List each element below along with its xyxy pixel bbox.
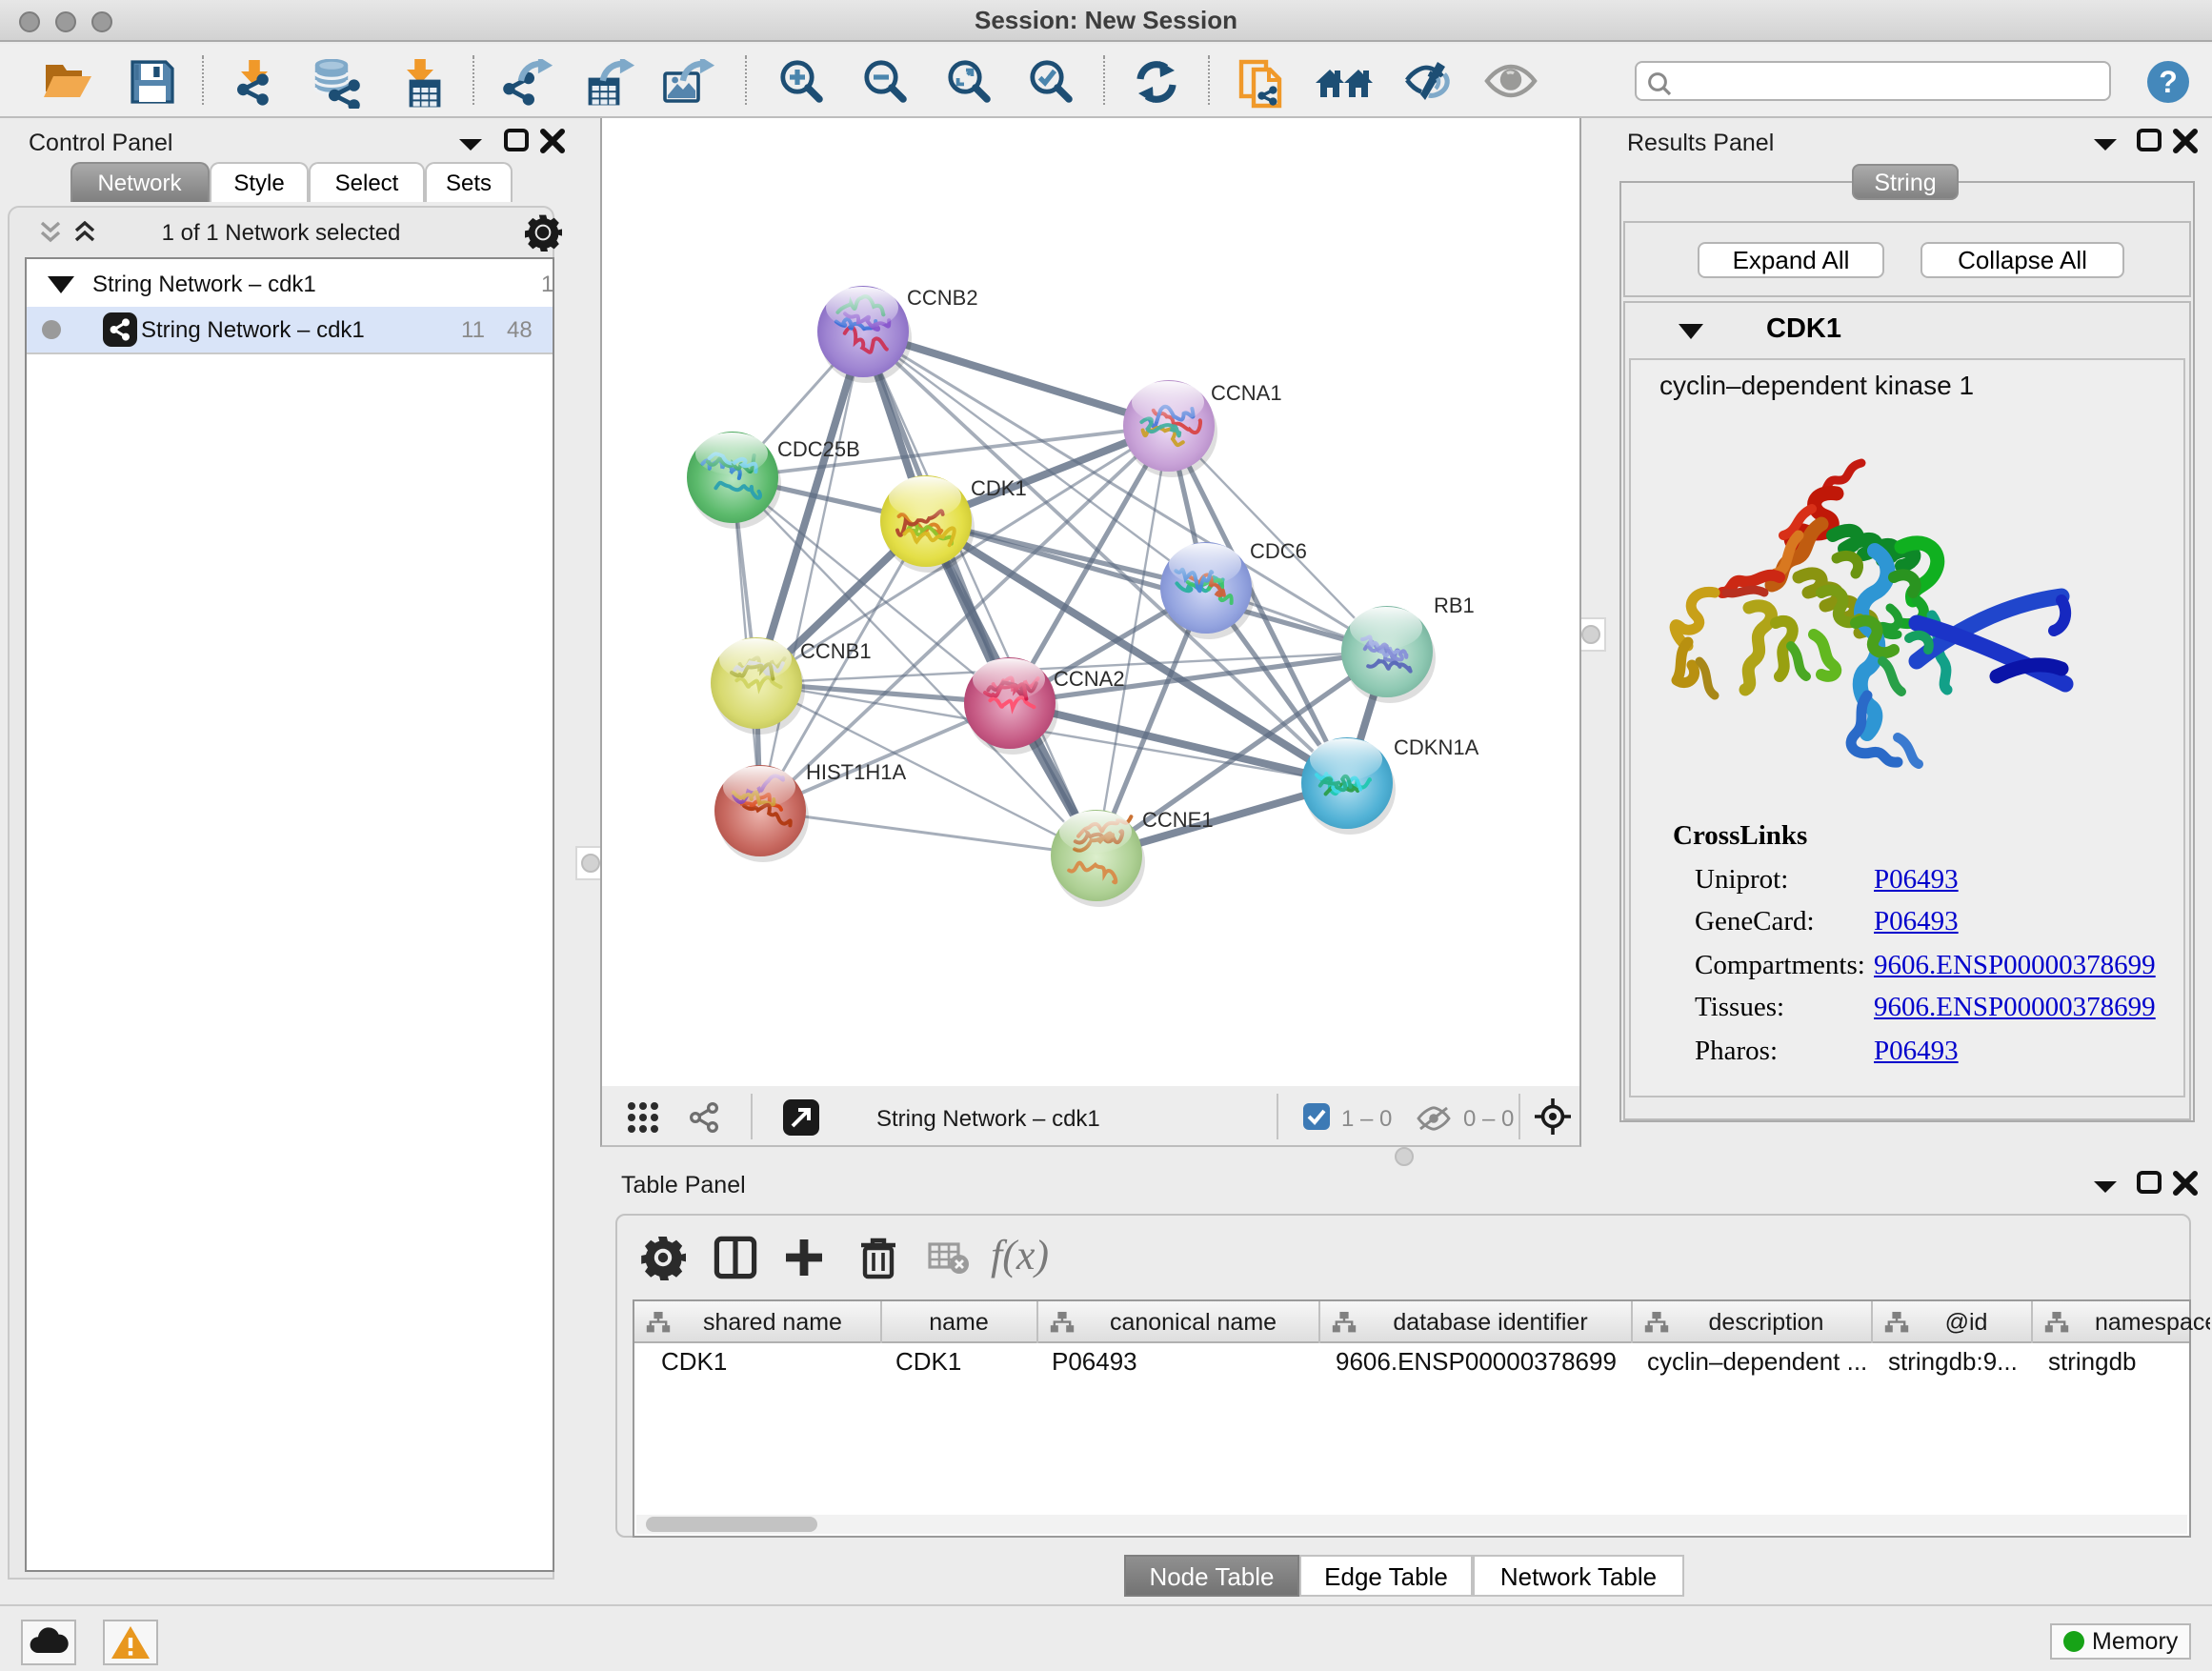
svg-text:RB1: RB1 xyxy=(1434,594,1475,617)
svg-text:CCNB2: CCNB2 xyxy=(907,286,978,310)
svg-text:HIST1H1A: HIST1H1A xyxy=(806,760,906,784)
svg-text:CCNA1: CCNA1 xyxy=(1211,381,1282,405)
svg-text:CDKN1A: CDKN1A xyxy=(1394,735,1479,759)
svg-text:CCNA2: CCNA2 xyxy=(1054,667,1125,691)
svg-text:CCNB1: CCNB1 xyxy=(800,639,872,663)
svg-text:?: ? xyxy=(2159,65,2178,99)
svg-text:CDC25B: CDC25B xyxy=(777,437,860,461)
svg-text:CCNE1: CCNE1 xyxy=(1142,808,1214,832)
svg-text:CDK1: CDK1 xyxy=(971,476,1027,500)
svg-text:CDC6: CDC6 xyxy=(1250,539,1307,563)
